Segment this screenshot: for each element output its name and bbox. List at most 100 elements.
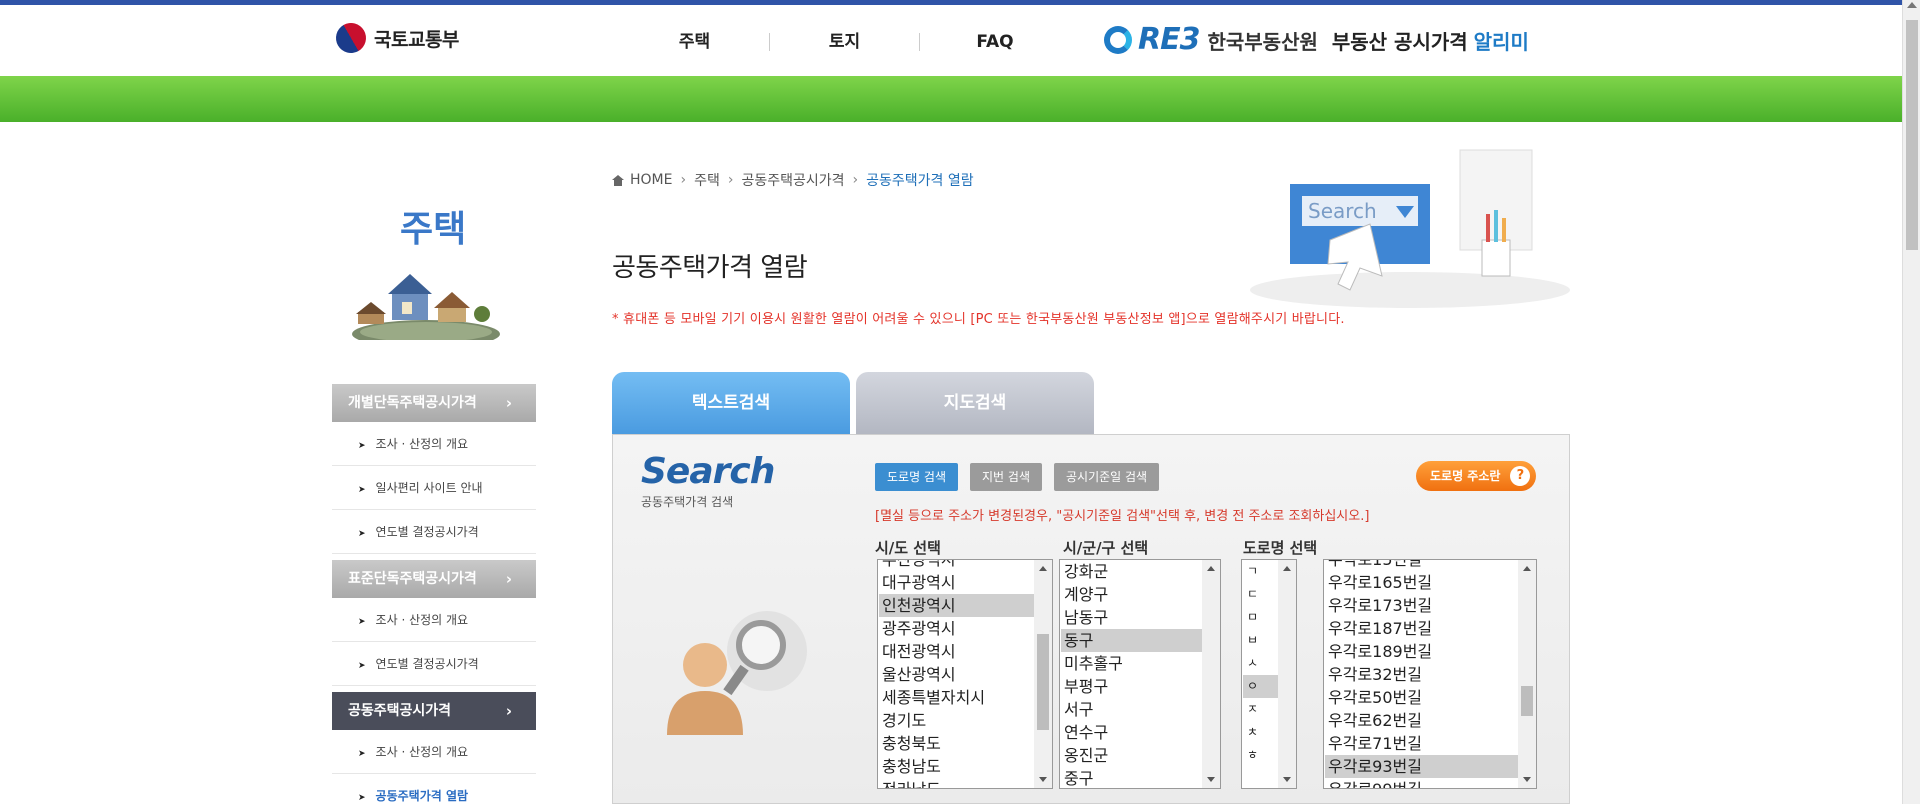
- sidebar-item[interactable]: ➤ 조사 · 산정의 개요: [332, 598, 536, 642]
- scroll-thumb[interactable]: [1906, 20, 1918, 250]
- listbox-scrollbar[interactable]: [1202, 560, 1220, 788]
- list-item-selected[interactable]: 인천광역시: [879, 594, 1034, 617]
- list-item[interactable]: ㄱ: [1243, 560, 1278, 583]
- nav-faq[interactable]: FAQ: [920, 33, 1070, 51]
- road-initial-options: ㄱ ㄷ ㅁ ㅂ ㅅ ㅇ ㅈ ㅊ ㅎ: [1243, 560, 1278, 767]
- list-item-selected[interactable]: ㅇ: [1243, 675, 1278, 698]
- home-icon: [612, 174, 624, 186]
- road-initial-listbox[interactable]: ㄱ ㄷ ㅁ ㅂ ㅅ ㅇ ㅈ ㅊ ㅎ: [1241, 559, 1297, 789]
- list-item[interactable]: 우각로173번길: [1325, 594, 1518, 617]
- list-item[interactable]: 우각로187번길: [1325, 617, 1518, 640]
- list-item[interactable]: ㄷ: [1243, 583, 1278, 606]
- scroll-up-arrow-icon[interactable]: [1207, 566, 1215, 571]
- list-item[interactable]: 충청남도: [879, 755, 1034, 778]
- sidebar-item[interactable]: ➤ 연도별 결정공시가격: [332, 642, 536, 686]
- list-item-selected[interactable]: 동구: [1061, 629, 1202, 652]
- list-item[interactable]: 남동구: [1061, 606, 1202, 629]
- lot-number-search-button[interactable]: 지번 검색: [970, 463, 1042, 491]
- breadcrumb-item[interactable]: 공동주택공시가격: [741, 170, 844, 190]
- tab-map-search[interactable]: 지도검색: [856, 372, 1094, 434]
- address-change-warning: [멸실 등으로 주소가 변경된경우, "공시기준일 검색"선택 후, 변경 전 …: [875, 509, 1370, 524]
- list-item[interactable]: ㅎ: [1243, 744, 1278, 767]
- list-item[interactable]: 우각로99번길: [1325, 778, 1518, 788]
- list-item[interactable]: 우각로62번길: [1325, 709, 1518, 732]
- sidebar-cat-individual-house[interactable]: 개별단독주택공시가격 ›: [332, 384, 536, 422]
- list-item[interactable]: 옹진군: [1061, 744, 1202, 767]
- road-name-listbox[interactable]: 우각로15번길 우각로165번길 우각로173번길 우각로187번길 우각로18…: [1323, 559, 1537, 789]
- scroll-up-arrow-icon[interactable]: [1523, 566, 1531, 571]
- header: 국토교통부 주택 토지 FAQ RE3 한국부동산원 부동산 공시가격 알리미: [0, 5, 1902, 76]
- reb-logo[interactable]: RE3 한국부동산원 부동산 공시가격 알리미: [1104, 25, 1529, 55]
- list-item[interactable]: 우각로71번길: [1325, 732, 1518, 755]
- sidebar-item[interactable]: ➤ 연도별 결정공시가격: [332, 510, 536, 554]
- list-item[interactable]: ㅈ: [1243, 698, 1278, 721]
- list-item[interactable]: 광주광역시: [879, 617, 1034, 640]
- sidebar-cat-apartment[interactable]: 공동주택공시가격 ›: [332, 692, 536, 730]
- list-item[interactable]: 계양구: [1061, 583, 1202, 606]
- scroll-down-arrow-icon[interactable]: [1207, 777, 1215, 782]
- list-item[interactable]: 대구광역시: [879, 571, 1034, 594]
- base-date-search-button[interactable]: 공시기준일 검색: [1054, 463, 1160, 491]
- sidebar-item-label: 조사 · 산정의 개요: [375, 613, 469, 627]
- scroll-thumb[interactable]: [1037, 634, 1049, 730]
- breadcrumb-item[interactable]: 주택: [694, 170, 720, 190]
- chevron-right-icon: ›: [505, 394, 512, 412]
- scroll-up-arrow-icon[interactable]: [1039, 566, 1047, 571]
- breadcrumb-home[interactable]: HOME: [630, 172, 672, 188]
- road-address-help-button[interactable]: 도로명 주소란 ?: [1416, 461, 1537, 491]
- sido-listbox[interactable]: 부산광역시 대구광역시 인천광역시 광주광역시 대전광역시 울산광역시 세종특별…: [877, 559, 1053, 789]
- list-item[interactable]: 대전광역시: [879, 640, 1034, 663]
- sidebar-item[interactable]: ➤ 일사편리 사이트 안내: [332, 466, 536, 510]
- sigungu-options: 강화군 계양구 남동구 동구 미추홀구 부평구 서구 연수구 옹진군 중구: [1061, 560, 1202, 788]
- list-item[interactable]: ㅊ: [1243, 721, 1278, 744]
- list-item[interactable]: 미추홀구: [1061, 652, 1202, 675]
- molit-logo[interactable]: 국토교통부: [330, 17, 459, 59]
- scroll-thumb[interactable]: [1521, 686, 1533, 716]
- list-item[interactable]: 부산광역시: [879, 560, 1034, 571]
- listbox-scrollbar[interactable]: [1278, 560, 1296, 788]
- nav-land[interactable]: 토지: [770, 33, 920, 51]
- nav-housing[interactable]: 주택: [620, 33, 770, 51]
- listbox-scrollbar[interactable]: [1518, 560, 1536, 788]
- list-item[interactable]: ㅂ: [1243, 629, 1278, 652]
- scroll-down-arrow-icon[interactable]: [1283, 777, 1291, 782]
- list-item[interactable]: ㅅ: [1243, 652, 1278, 675]
- sidebar-cat-standard-house[interactable]: 표준단독주택공시가격 ›: [332, 560, 536, 598]
- sigungu-listbox[interactable]: 강화군 계양구 남동구 동구 미추홀구 부평구 서구 연수구 옹진군 중구: [1059, 559, 1221, 789]
- tab-text-search[interactable]: 텍스트검색: [612, 372, 850, 434]
- list-item[interactable]: 전라남도: [879, 778, 1034, 788]
- search-panel: Search 공동주택가격 검색 도로명 검색 지번 검색 공시기준일 검색 도…: [612, 434, 1570, 804]
- list-item-selected[interactable]: 우각로93번길: [1325, 755, 1518, 778]
- list-item[interactable]: ㅁ: [1243, 606, 1278, 629]
- sido-label: 시/도 선택: [875, 539, 941, 557]
- bullet-icon: ➤: [358, 617, 366, 627]
- sidebar-item-active[interactable]: ➤ 공동주택가격 열람: [332, 774, 536, 804]
- breadcrumb: HOME › 주택 › 공동주택공시가격 › 공동주택가격 열람: [612, 170, 974, 190]
- list-item[interactable]: 서구: [1061, 698, 1202, 721]
- sidebar-item[interactable]: ➤ 조사 · 산정의 개요: [332, 422, 536, 466]
- gov-logo-text: 국토교통부: [374, 28, 459, 51]
- scroll-up-arrow-icon[interactable]: [1283, 566, 1291, 571]
- list-item[interactable]: 충청북도: [879, 732, 1034, 755]
- page-scrollbar[interactable]: [1902, 0, 1920, 804]
- list-item[interactable]: 부평구: [1061, 675, 1202, 698]
- list-item[interactable]: 우각로189번길: [1325, 640, 1518, 663]
- list-item[interactable]: 우각로32번길: [1325, 663, 1518, 686]
- listbox-scrollbar[interactable]: [1034, 560, 1052, 788]
- list-item[interactable]: 우각로50번길: [1325, 686, 1518, 709]
- scroll-up-arrow-icon[interactable]: [1907, 2, 1917, 8]
- list-item[interactable]: 울산광역시: [879, 663, 1034, 686]
- service-accent: 알리미: [1473, 29, 1529, 54]
- scroll-down-arrow-icon[interactable]: [1523, 777, 1531, 782]
- list-item[interactable]: 세종특별자치시: [879, 686, 1034, 709]
- list-item[interactable]: 연수구: [1061, 721, 1202, 744]
- scroll-down-arrow-icon[interactable]: [1039, 777, 1047, 782]
- list-item[interactable]: 우각로165번길: [1325, 571, 1518, 594]
- list-item[interactable]: 경기도: [879, 709, 1034, 732]
- sidebar-cat-label: 개별단독주택공시가격: [348, 395, 477, 411]
- sidebar-item[interactable]: ➤ 조사 · 산정의 개요: [332, 730, 536, 774]
- road-name-search-button[interactable]: 도로명 검색: [875, 463, 959, 491]
- list-item[interactable]: 강화군: [1061, 560, 1202, 583]
- list-item[interactable]: 우각로15번길: [1325, 560, 1518, 571]
- list-item[interactable]: 중구: [1061, 767, 1202, 788]
